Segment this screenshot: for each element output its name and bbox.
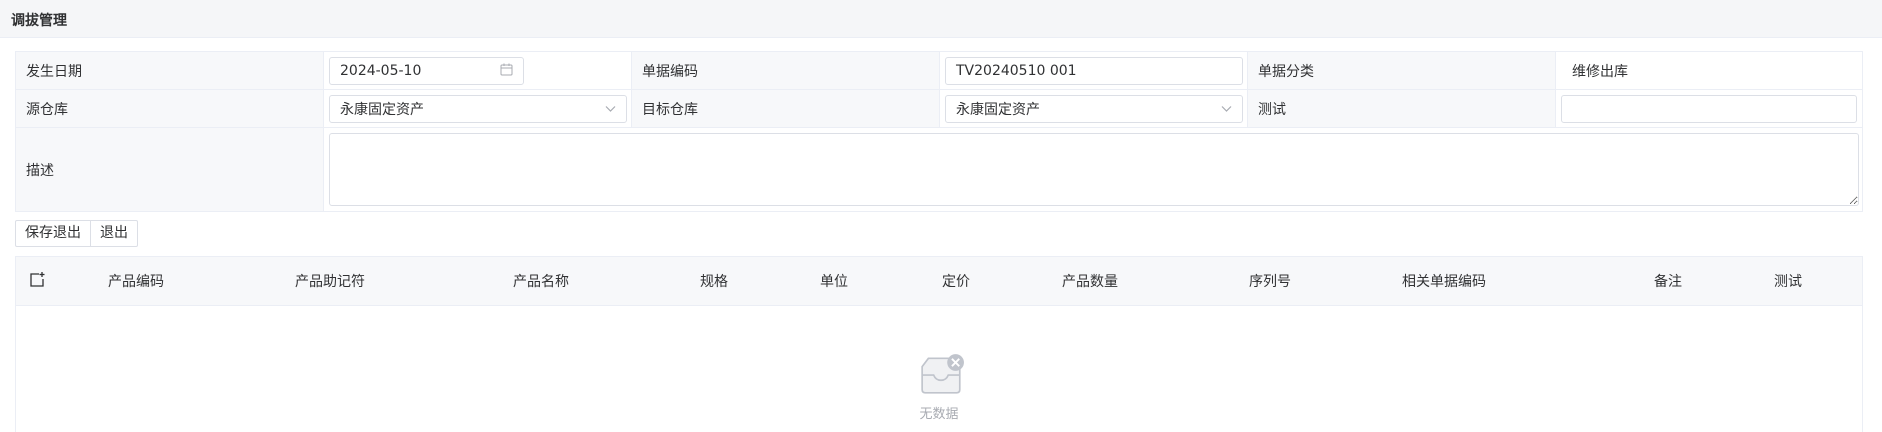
target-warehouse-value: 永康固定资产 [956, 102, 1040, 118]
column-header-test[interactable]: 测试 [1774, 271, 1802, 291]
date-label: 发生日期 [26, 63, 82, 80]
test-input[interactable] [1561, 95, 1857, 123]
column-header-product-name[interactable]: 产品名称 [513, 271, 569, 291]
column-header-price[interactable]: 定价 [942, 271, 970, 291]
column-header-unit[interactable]: 单位 [820, 271, 848, 291]
column-header-spec[interactable]: 规格 [700, 271, 728, 291]
test-label: 测试 [1258, 101, 1286, 118]
category-label: 单据分类 [1258, 63, 1314, 80]
page-title: 调拔管理 [11, 13, 67, 29]
form-row-2: 源仓库 永康固定资产 目标仓库 永康固定资产 测试 [16, 90, 1862, 128]
description-textarea[interactable] [329, 133, 1859, 206]
calendar-icon [500, 63, 513, 79]
code-label: 单据编码 [642, 63, 698, 80]
description-label: 描述 [26, 162, 54, 179]
chevron-down-icon [1221, 103, 1232, 116]
transfer-form: 发生日期 2024-05-10 单据编码 TV20240510 001 单据分类… [15, 51, 1863, 212]
date-value: 2024-05-10 [340, 63, 422, 79]
column-header-related-code[interactable]: 相关单据编码 [1402, 271, 1486, 291]
form-row-3: 描述 [16, 128, 1862, 211]
column-header-quantity[interactable]: 产品数量 [1062, 271, 1118, 291]
no-data-icon [921, 354, 964, 394]
empty-text: 无数据 [919, 407, 959, 422]
action-buttons: 保存退出 退出 [15, 220, 138, 247]
save-exit-button[interactable]: 保存退出 [15, 220, 91, 247]
column-header-serial[interactable]: 序列号 [1249, 271, 1291, 291]
source-warehouse-value: 永康固定资产 [340, 102, 424, 118]
column-header-mnemonic[interactable]: 产品助记符 [295, 271, 365, 291]
code-input[interactable]: TV20240510 001 [945, 57, 1243, 85]
chevron-down-icon [605, 103, 616, 116]
date-picker[interactable]: 2024-05-10 [329, 57, 524, 85]
source-warehouse-label: 源仓库 [26, 101, 68, 118]
code-value: TV20240510 001 [956, 63, 1077, 79]
column-header-remark[interactable]: 备注 [1654, 271, 1682, 291]
form-row-1: 发生日期 2024-05-10 单据编码 TV20240510 001 单据分类… [16, 52, 1862, 90]
category-value: 维修出库 [1572, 63, 1628, 80]
target-warehouse-select[interactable]: 永康固定资产 [945, 95, 1243, 123]
exit-button[interactable]: 退出 [91, 220, 138, 247]
page-header: 调拔管理 [0, 0, 1882, 38]
column-header-product-code[interactable]: 产品编码 [108, 271, 164, 291]
target-warehouse-label: 目标仓库 [642, 101, 698, 118]
source-warehouse-select[interactable]: 永康固定资产 [329, 95, 627, 123]
table-header: 产品编码 产品助记符 产品名称 规格 单位 定价 产品数量 序列号 相关单据编码… [16, 257, 1862, 306]
add-row-icon[interactable] [28, 271, 46, 289]
